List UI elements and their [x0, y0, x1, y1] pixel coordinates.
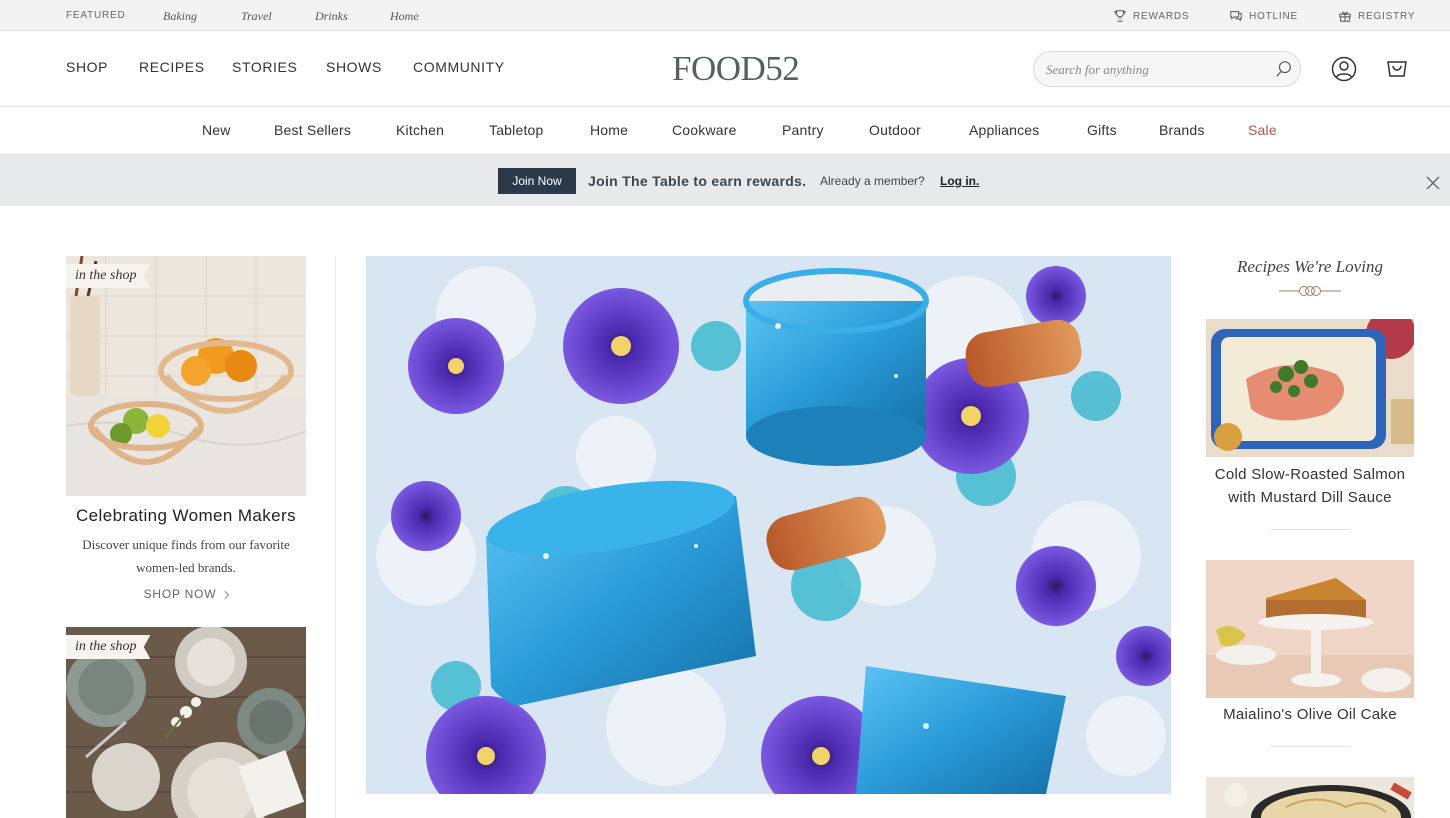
category-gifts[interactable]: Gifts	[1087, 122, 1117, 138]
category-best-sellers[interactable]: Best Sellers	[274, 122, 351, 138]
main-header: SHOP RECIPES STORIES SHOWS COMMUNITY FOO…	[0, 31, 1450, 107]
fruit-bowls-image	[66, 256, 306, 496]
food52-logo[interactable]: FOOD52	[672, 49, 800, 89]
rewards-link[interactable]: REWARDS	[1113, 9, 1189, 23]
recipe-title-olive-oil-cake[interactable]: Maialino's Olive Oil Cake	[1206, 703, 1414, 726]
recipe-divider	[1270, 746, 1350, 747]
hotline-link[interactable]: HOTLINE	[1229, 9, 1298, 23]
card-image-fruit-bowls[interactable]: in the shop	[66, 256, 306, 496]
chevron-right-icon	[221, 590, 230, 600]
trophy-icon	[1114, 10, 1126, 22]
utility-link-home[interactable]: Home	[390, 9, 419, 24]
utility-link-drinks[interactable]: Drinks	[315, 9, 348, 24]
category-home[interactable]: Home	[590, 122, 628, 138]
card-description-line: women-led brands.	[136, 560, 236, 575]
blue-cookware-flowers-image	[366, 256, 1171, 794]
category-sale[interactable]: Sale	[1248, 122, 1277, 138]
recipe-image-salmon[interactable]	[1206, 319, 1414, 457]
featured-label: FEATURED	[66, 10, 126, 21]
join-now-button[interactable]: Join Now	[498, 168, 576, 194]
nav-recipes[interactable]: RECIPES	[139, 59, 205, 75]
member-prompt: Already a member?	[820, 174, 925, 188]
close-icon[interactable]	[1425, 175, 1441, 191]
category-bar: New Best Sellers Kitchen Tabletop Home C…	[0, 107, 1450, 155]
card-description: Discover unique finds from our favorite …	[66, 533, 306, 579]
nav-shows[interactable]: SHOWS	[326, 59, 382, 75]
rewards-label: REWARDS	[1133, 10, 1190, 22]
category-brands[interactable]: Brands	[1159, 122, 1205, 138]
utility-bar: FEATURED Baking Travel Drinks Home REWAR…	[0, 0, 1450, 31]
search-box	[1033, 51, 1301, 87]
search-icon[interactable]	[1275, 60, 1293, 78]
category-appliances[interactable]: Appliances	[969, 122, 1040, 138]
utility-link-travel[interactable]: Travel	[241, 9, 272, 24]
search-input[interactable]	[1046, 60, 1266, 80]
hotline-label: HOTLINE	[1249, 10, 1298, 22]
recipe-title-line: with Mustard Dill Sauce	[1228, 489, 1392, 506]
shop-now-link[interactable]: SHOP NOW	[66, 587, 306, 601]
recipe-image-pasta[interactable]	[1206, 777, 1414, 818]
nav-shop[interactable]: SHOP	[66, 59, 108, 75]
card-title[interactable]: Celebrating Women Makers	[66, 506, 306, 526]
shop-now-label: SHOP NOW	[143, 587, 217, 601]
nav-stories[interactable]: STORIES	[232, 59, 297, 75]
recipes-heading: Recipes We're Loving	[1237, 257, 1383, 276]
utility-link-baking[interactable]: Baking	[163, 9, 197, 24]
rewards-message: Join The Table to earn rewards.	[588, 173, 807, 189]
olive-oil-cake-image	[1206, 560, 1414, 698]
card-image-dinnerware[interactable]: in the shop	[66, 627, 306, 818]
category-outdoor[interactable]: Outdoor	[869, 122, 921, 138]
cart-icon[interactable]	[1386, 58, 1408, 80]
category-cookware[interactable]: Cookware	[672, 122, 737, 138]
login-link[interactable]: Log in.	[940, 174, 979, 188]
category-tabletop[interactable]: Tabletop	[489, 122, 544, 138]
hero-image[interactable]	[366, 256, 1171, 794]
column-divider	[335, 256, 336, 818]
chat-icon	[1230, 11, 1242, 22]
account-icon[interactable]	[1331, 56, 1357, 82]
pasta-image	[1206, 777, 1414, 818]
gift-icon	[1339, 11, 1351, 22]
salmon-image	[1206, 319, 1414, 457]
recipe-title-line: Maialino's Olive Oil Cake	[1223, 706, 1397, 723]
recipe-title-salmon[interactable]: Cold Slow-Roasted Salmon with Mustard Di…	[1206, 463, 1414, 509]
recipe-image-olive-oil-cake[interactable]	[1206, 560, 1414, 698]
category-new[interactable]: New	[202, 122, 231, 138]
rewards-banner: Join Now Join The Table to earn rewards.…	[0, 155, 1450, 206]
in-the-shop-tag: in the shop	[66, 264, 151, 288]
card-description-line: Discover unique finds from our favorite	[82, 537, 290, 552]
in-the-shop-tag: in the shop	[66, 635, 151, 659]
category-pantry[interactable]: Pantry	[782, 122, 824, 138]
ornament-divider-icon	[1279, 286, 1341, 296]
recipe-title-line: Cold Slow-Roasted Salmon	[1214, 466, 1406, 483]
nav-community[interactable]: COMMUNITY	[413, 59, 505, 75]
registry-label: REGISTRY	[1358, 10, 1416, 22]
recipe-divider	[1270, 529, 1350, 530]
registry-link[interactable]: REGISTRY	[1338, 9, 1415, 23]
category-kitchen[interactable]: Kitchen	[396, 122, 444, 138]
